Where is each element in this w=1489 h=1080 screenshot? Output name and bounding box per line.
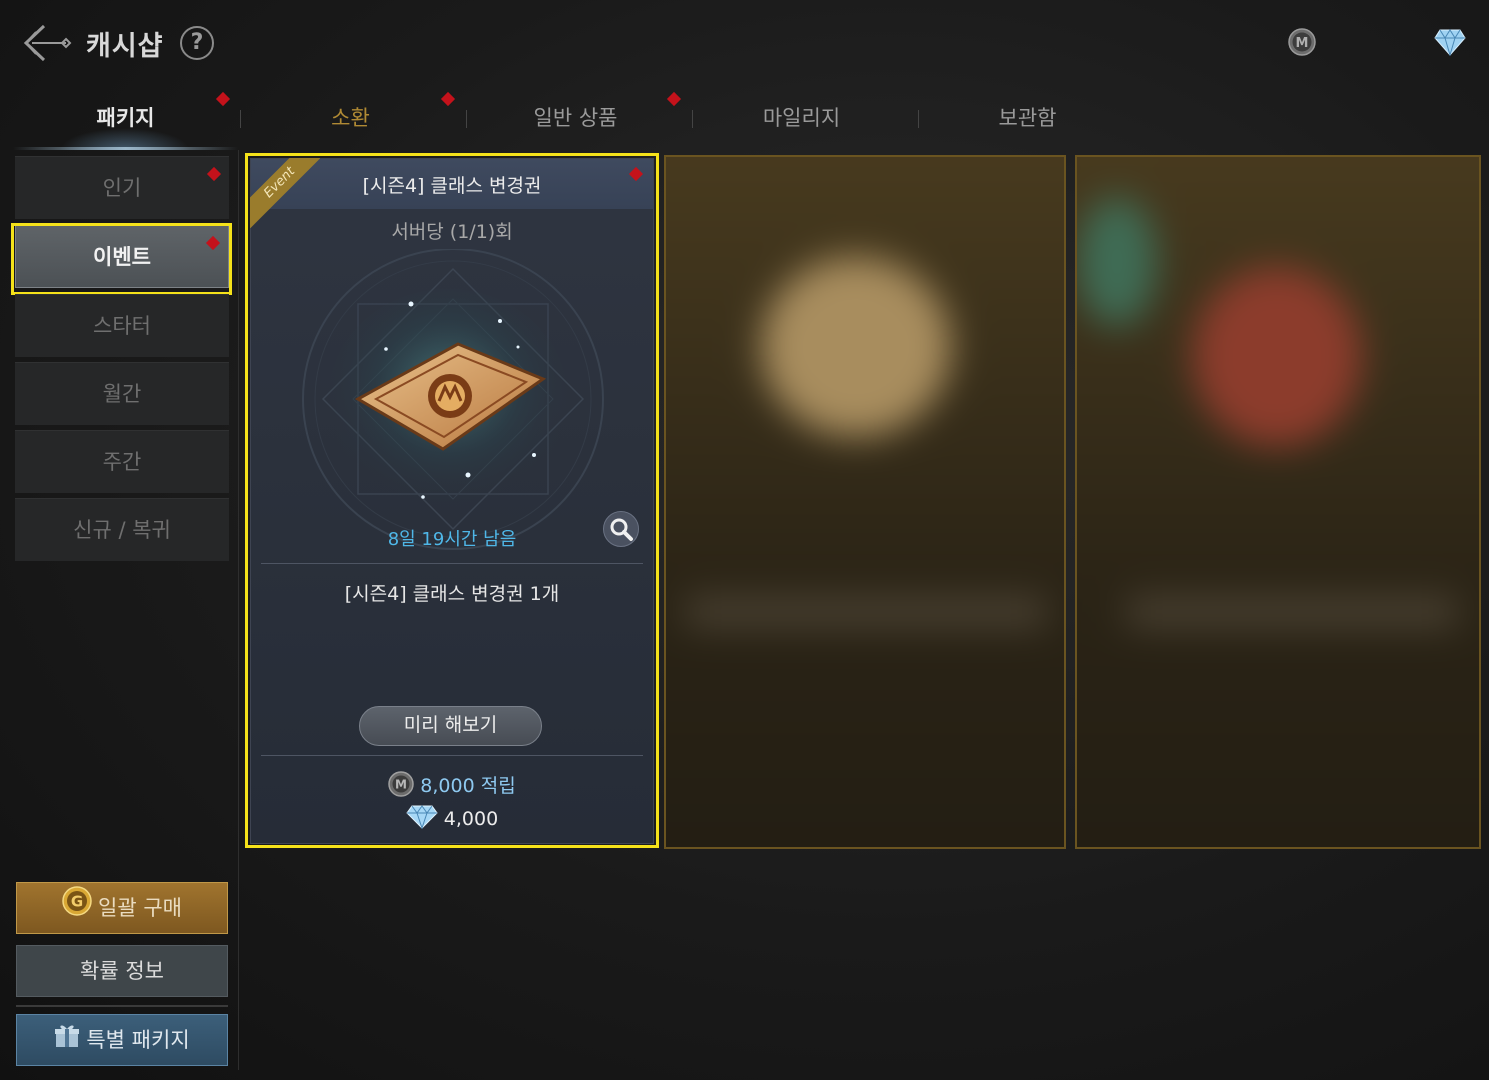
gold-coin-letter: G: [71, 893, 83, 911]
bulk-buy-label: 일괄 구매: [98, 896, 182, 920]
sidebar-item-label: 이벤트: [93, 245, 151, 269]
probability-info-button[interactable]: 확률 정보: [16, 945, 228, 997]
sidebar-item-label: 인기: [102, 176, 142, 200]
sidebar-item-weekly[interactable]: 주간: [15, 430, 229, 493]
preview-button[interactable]: 미리 해보기: [359, 706, 542, 746]
sidebar-item-starter[interactable]: 스타터: [15, 294, 229, 357]
diamond-currency-icon[interactable]: [1434, 28, 1466, 60]
back-arrow-icon[interactable]: [22, 22, 74, 64]
blurred-product-card[interactable]: [664, 155, 1066, 849]
package-contents: [시즌4] 클래스 변경권 1개: [344, 583, 560, 605]
card-divider: [261, 563, 643, 564]
tab-divider: [240, 110, 241, 128]
price: 4,000: [251, 805, 653, 834]
mileage-icon-letter: M: [395, 778, 407, 792]
sidebar-item-event[interactable]: 이벤트: [15, 225, 229, 288]
mileage-amount: 8,000 적립: [420, 775, 516, 797]
diamond-icon: [406, 805, 438, 834]
mileage-icon-letter: M: [1296, 36, 1309, 51]
tab-divider: [918, 110, 919, 128]
tab-summon[interactable]: 소환: [238, 95, 463, 143]
tab-general-items[interactable]: 일반 상품: [463, 95, 688, 143]
sidebar-item-label: 스타터: [93, 314, 151, 338]
tab-divider: [692, 110, 693, 128]
active-tab-underline: [13, 147, 238, 150]
tab-storage[interactable]: 보관함: [915, 95, 1140, 143]
sidebar-item-popular[interactable]: 인기: [15, 156, 229, 219]
blurred-card-content: [1077, 157, 1479, 847]
class-change-ticket-image: [298, 248, 608, 569]
bottom-divider: [16, 1005, 228, 1007]
new-indicator: [205, 235, 221, 251]
sidebar-item-label: 월간: [102, 382, 142, 406]
gift-icon: [54, 1016, 80, 1066]
price-amount: 4,000: [443, 808, 499, 830]
special-package-label: 특별 패키지: [86, 1028, 190, 1052]
bulk-buy-button[interactable]: G 일괄 구매: [16, 882, 228, 934]
probability-info-label: 확률 정보: [80, 959, 164, 983]
remaining-time: 8일 19시간 남음: [387, 529, 517, 550]
sidebar-item-label: 신규 / 복귀: [73, 518, 171, 542]
new-indicator: [206, 166, 222, 182]
gold-coin-icon: G: [62, 884, 92, 934]
help-icon[interactable]: ?: [180, 26, 214, 60]
mileage-reward: M 8,000 적립: [251, 771, 653, 802]
sidebar-item-label: 주간: [102, 450, 142, 474]
sidebar-divider: [238, 150, 239, 1070]
mileage-icon: M: [388, 771, 415, 802]
purchase-limit: 서버당 (1/1)회: [391, 221, 513, 243]
card-divider: [261, 755, 643, 756]
product-card[interactable]: [시즌4] 클래스 변경권 Event 서버당 (1/1)회 8일 19시간 남…: [250, 158, 654, 844]
sidebar-item-monthly[interactable]: 월간: [15, 362, 229, 425]
tab-mileage[interactable]: 마일리지: [689, 95, 914, 143]
tab-divider: [466, 110, 467, 128]
magnifier-icon[interactable]: [603, 511, 639, 547]
mileage-currency-icon[interactable]: M: [1288, 28, 1316, 60]
sidebar-item-new-returning[interactable]: 신규 / 복귀: [15, 498, 229, 561]
blurred-product-card[interactable]: [1075, 155, 1481, 849]
header: 캐시샵 ? M: [0, 0, 1489, 90]
blurred-card-content: [666, 157, 1064, 847]
page-title: 캐시샵: [86, 31, 164, 62]
special-package-button[interactable]: 특별 패키지: [16, 1014, 228, 1066]
